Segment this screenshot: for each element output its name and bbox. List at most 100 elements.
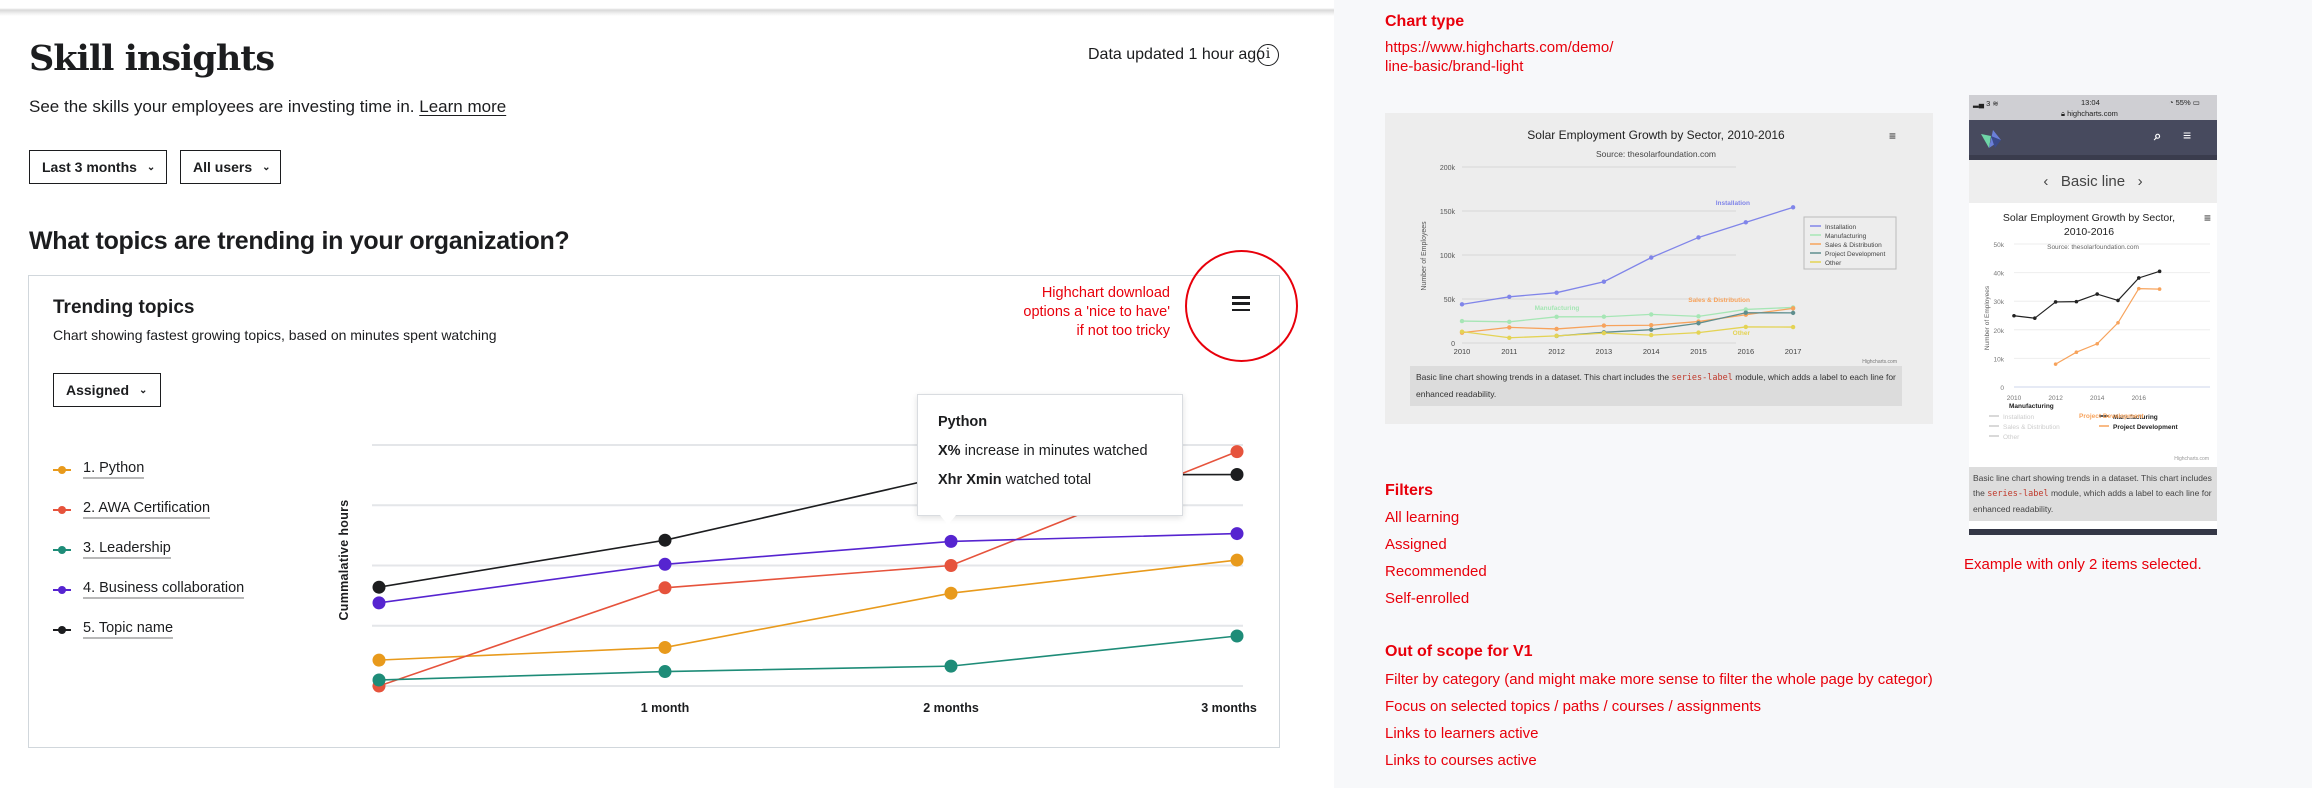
ref-y-tick: 150k (1440, 209, 1456, 216)
data-point (658, 533, 672, 547)
chart-type-heading: Chart type (1385, 13, 1465, 30)
x-tick-label: 3 months (1201, 701, 1257, 715)
ref-series-line (1461, 206, 1794, 305)
status-bar: ▂▄ 3 ≋ 13:04 ◔ 55% ▭ 🔒︎ highcharts.com (1969, 95, 2217, 120)
ref-x-tick: 2013 (1596, 347, 1613, 356)
ref-point (1790, 306, 1796, 311)
clock: 13:04 (2081, 98, 2100, 107)
out-of-scope-item: Links to learners active (1385, 725, 1539, 742)
menu-icon[interactable]: ≡ (2183, 127, 2191, 143)
ref-point (1507, 325, 1512, 330)
mob-y-tick: 0 (2000, 385, 2004, 392)
mob-series-label: Manufacturing (2009, 403, 2054, 410)
out-of-scope-item: Filter by category (and might make more … (1385, 671, 1933, 688)
ref-series-label: Sales & Distribution (1688, 297, 1750, 304)
mob-point (2012, 313, 2016, 318)
filter-note: Recommended (1385, 563, 1487, 580)
mob-point (2137, 286, 2141, 291)
ref-x-tick: 2012 (1548, 347, 1565, 356)
data-point (944, 534, 958, 548)
search-icon[interactable]: ⌕ (2154, 128, 2161, 144)
mob-y-tick: 40k (1994, 271, 2005, 278)
mob-point (2074, 299, 2079, 304)
mob-y-tick: 30k (1994, 299, 2005, 306)
ref-point (1459, 318, 1465, 324)
ref-point (1601, 323, 1607, 328)
ref-point (1649, 323, 1654, 328)
data-point (658, 557, 672, 571)
demo-nav: ‹ Basic line › (1969, 160, 2217, 203)
x-tick-label: 1 month (640, 701, 690, 715)
ref-y-label: Number of Employees (1421, 221, 1428, 291)
data-point (372, 596, 386, 610)
ref-series-label: Manufacturing (1535, 305, 1580, 312)
ref-point (1507, 335, 1512, 340)
data-point (1230, 468, 1244, 482)
mob-y-tick: 10k (1994, 356, 2005, 363)
ref-legend-item: Project Development (1825, 251, 1886, 258)
ref-point (1649, 312, 1654, 317)
data-point (1230, 445, 1244, 459)
filter-note: Self-enrolled (1385, 590, 1470, 607)
data-point (658, 640, 672, 654)
ref-y-tick: 100k (1440, 253, 1456, 260)
next-icon[interactable]: › (2138, 173, 2143, 190)
mob-legend-item-inactive: Installation (2003, 414, 2034, 421)
ref-y-tick: 50k (1444, 297, 1456, 304)
tooltip-line-2: Xhr Xmin watched total (938, 473, 1182, 488)
ref-series-label: Installation (1716, 200, 1750, 207)
tooltip-title: Python (938, 414, 988, 430)
desc-code: series-label (1671, 373, 1733, 383)
ref-point (1790, 324, 1796, 330)
data-point (372, 673, 386, 687)
mob-point (2137, 276, 2141, 280)
tooltip-pointer (940, 515, 956, 525)
ref-legend-item: Sales & Distribution (1825, 242, 1882, 249)
ref-point (1696, 321, 1701, 326)
demo-title: Basic line (2060, 173, 2126, 190)
battery: ◔ 55% ▭ (2169, 98, 2200, 107)
ref-point (1601, 279, 1607, 284)
ref-point (1554, 314, 1559, 320)
mob-point (2116, 298, 2120, 303)
chart-type-link[interactable]: https://www.highcharts.com/demo/ (1385, 39, 1613, 56)
data-point (1230, 527, 1244, 541)
tooltip-text: watched total (1001, 472, 1092, 488)
tooltip-line-1: X% increase in minutes watched (938, 444, 1182, 459)
mob-y-tick: 20k (1994, 328, 2005, 335)
chart-type-link[interactable]: line-basic/brand-light (1385, 58, 1523, 75)
ref-x-tick: 2015 (1690, 347, 1707, 356)
ref-point (1649, 327, 1654, 332)
ref-point (1459, 302, 1465, 307)
ref-point (1459, 329, 1465, 334)
ref-point (1743, 310, 1748, 315)
reference-mobile-svg: Solar Employment Growth by Sector, 2010-2… (1984, 211, 2211, 462)
ref-legend-item: Other (1825, 260, 1842, 267)
prev-icon[interactable]: ‹ (2043, 173, 2048, 190)
mob-y-tick: 50k (1994, 242, 2005, 249)
url-bar: 🔒︎ highcharts.com (2061, 109, 2118, 118)
mob-point (2157, 287, 2162, 291)
mob-legend-item-inactive: Other (2003, 434, 2020, 441)
mob-source: Source: thesolarfoundation.com (2047, 244, 2139, 251)
ref-point (1696, 314, 1701, 319)
ref-point (1601, 330, 1607, 336)
mob-series-label: Project Development (2079, 413, 2144, 420)
mob-x-tick: 2016 (2132, 395, 2147, 402)
mob-legend-item: Project Development (2113, 424, 2178, 431)
example-caption: Example with only 2 items selected. (1964, 556, 2202, 573)
ref-point (1743, 220, 1748, 225)
reference-description: Basic line chart showing trends in a dat… (1410, 366, 1902, 406)
mob-title: Solar Employment Growth by Sector, (2003, 212, 2175, 224)
mob-point (2053, 362, 2058, 366)
data-point (658, 581, 672, 595)
tooltip-text: increase in minutes watched (960, 443, 1148, 459)
ref-x-tick: 2010 (1454, 347, 1471, 356)
ref-point (1554, 333, 1559, 339)
mob-series-line (2055, 288, 2160, 365)
data-point (658, 665, 672, 679)
ref-point (1554, 326, 1559, 332)
reference-mobile-screenshot: ▂▄ 3 ≋ 13:04 ◔ 55% ▭ 🔒︎ highcharts.com ⌕… (1969, 95, 2217, 535)
main-page: Skill insights Data updated 1 hour ago i… (0, 0, 1334, 788)
signal-icon: ▂▄ 3 ≋ (1973, 99, 1999, 108)
